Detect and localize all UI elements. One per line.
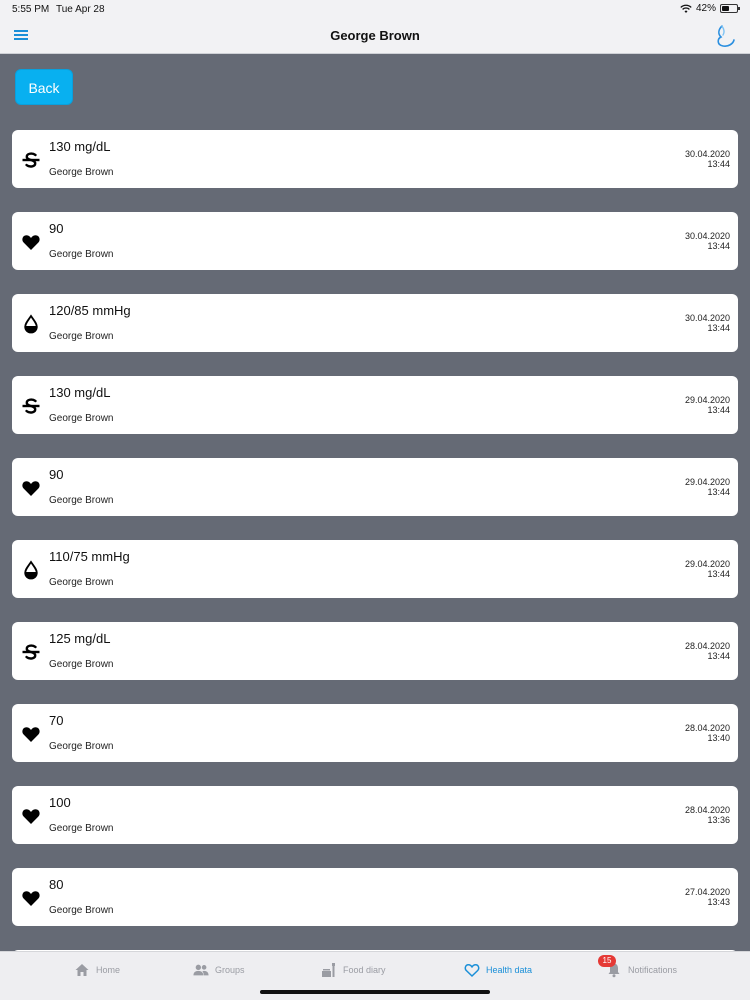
- record-value: 100: [49, 795, 71, 810]
- record-date: 30.04.2020: [684, 313, 730, 323]
- record-date: 27.04.2020: [684, 887, 730, 897]
- tab-food-diary-label: Food diary: [343, 965, 386, 975]
- record-time: 13:40: [707, 733, 730, 743]
- record-value: 70: [49, 713, 64, 728]
- app-logo-icon: [717, 25, 735, 47]
- health-record-card[interactable]: 90 George Brown 29.04.2020 13:44: [12, 458, 738, 516]
- home-indicator: [260, 990, 490, 994]
- health-record-card[interactable]: 130 mg/dL George Brown 30.04.2020 13:44: [12, 130, 738, 188]
- food-diary-icon: [322, 963, 335, 977]
- health-record-card[interactable]: 90 George Brown 30.04.2020 13:44: [12, 212, 738, 270]
- record-value: 80: [49, 877, 64, 892]
- heart-icon: [22, 727, 40, 742]
- blood-pressure-drop-icon: [24, 560, 38, 580]
- tab-notifications[interactable]: 15 Notifications: [598, 955, 678, 978]
- record-date: 29.04.2020: [684, 477, 730, 487]
- glucose-icon: [22, 152, 40, 168]
- health-record-card[interactable]: 100 George Brown 28.04.2020 13:36: [12, 786, 738, 844]
- health-record-card[interactable]: 125 mg/dL George Brown 28.04.2020 13:44: [12, 622, 738, 680]
- notification-badge: 15: [598, 955, 616, 967]
- record-value: 90: [49, 467, 64, 482]
- battery-percent: 42%: [695, 3, 716, 14]
- tab-health-data[interactable]: Health data: [464, 962, 532, 978]
- record-time: 13:43: [707, 897, 730, 907]
- heart-outline-icon: [464, 964, 480, 978]
- bottom-tab-bar: Home Groups Food diary Health data 15 No…: [0, 951, 750, 1000]
- tab-groups[interactable]: Groups: [193, 962, 245, 978]
- bell-icon-wrapper: 15: [598, 955, 622, 978]
- heart-icon: [22, 891, 40, 906]
- status-bar: 5:55 PM Tue Apr 28 42%: [0, 0, 750, 18]
- record-person: George Brown: [49, 167, 114, 178]
- record-date: 28.04.2020: [684, 641, 730, 651]
- navigation-bar: George Brown: [0, 18, 750, 54]
- record-time: 13:44: [707, 569, 730, 579]
- record-date: 30.04.2020: [684, 231, 730, 241]
- blood-pressure-drop-icon: [24, 314, 38, 334]
- battery-icon: [720, 4, 740, 13]
- health-record-card[interactable]: 130 mg/dL George Brown 29.04.2020 13:44: [12, 376, 738, 434]
- health-record-card[interactable]: 70 George Brown 28.04.2020 13:40: [12, 704, 738, 762]
- record-date: 28.04.2020: [684, 805, 730, 815]
- groups-icon: [193, 964, 209, 976]
- record-time: 13:44: [707, 323, 730, 333]
- heart-icon: [22, 809, 40, 824]
- tab-notifications-label: Notifications: [628, 965, 678, 975]
- record-person: George Brown: [49, 741, 114, 752]
- record-time: 13:44: [707, 405, 730, 415]
- record-time: 13:36: [707, 815, 730, 825]
- record-person: George Brown: [49, 331, 114, 342]
- record-value: 130 mg/dL: [49, 385, 111, 400]
- back-button[interactable]: Back: [15, 69, 73, 105]
- record-person: George Brown: [49, 249, 114, 260]
- wifi-icon: [680, 4, 692, 13]
- record-value: 90: [49, 221, 64, 236]
- record-date: 29.04.2020: [684, 395, 730, 405]
- record-person: George Brown: [49, 823, 114, 834]
- record-value: 125 mg/dL: [49, 631, 111, 646]
- record-person: George Brown: [49, 905, 114, 916]
- glucose-icon: [22, 644, 40, 660]
- glucose-icon: [22, 398, 40, 414]
- tab-home[interactable]: Home: [74, 962, 120, 978]
- record-person: George Brown: [49, 659, 114, 670]
- tab-home-label: Home: [96, 965, 121, 975]
- record-time: 13:44: [707, 651, 730, 661]
- record-value: 120/85 mmHg: [49, 303, 131, 318]
- page-title: George Brown: [330, 28, 420, 43]
- home-icon: [75, 964, 89, 976]
- status-time: 5:55 PM: [12, 4, 50, 15]
- tab-health-data-label: Health data: [486, 965, 533, 975]
- health-record-card[interactable]: 80 George Brown 27.04.2020 13:43: [12, 868, 738, 926]
- health-record-card[interactable]: 110/75 mmHg George Brown 29.04.2020 13:4…: [12, 540, 738, 598]
- record-time: 13:44: [707, 241, 730, 251]
- health-record-card[interactable]: 120/85 mmHg George Brown 30.04.2020 13:4…: [12, 294, 738, 352]
- record-person: George Brown: [49, 495, 114, 506]
- heart-icon: [22, 235, 40, 250]
- record-person: George Brown: [49, 413, 114, 424]
- tab-groups-label: Groups: [215, 965, 245, 975]
- record-value: 110/75 mmHg: [49, 549, 130, 564]
- status-date: Tue Apr 28: [56, 4, 105, 15]
- heart-icon: [22, 481, 40, 496]
- status-right: 42%: [680, 3, 740, 14]
- record-date: 28.04.2020: [684, 723, 730, 733]
- record-person: George Brown: [49, 577, 114, 588]
- tab-food-diary[interactable]: Food diary: [321, 962, 386, 978]
- record-date: 30.04.2020: [684, 149, 730, 159]
- record-date: 29.04.2020: [684, 559, 730, 569]
- record-time: 13:44: [707, 159, 730, 169]
- record-time: 13:44: [707, 487, 730, 497]
- health-record-list: 130 mg/dL George Brown 30.04.2020 13:44 …: [12, 130, 738, 1000]
- record-value: 130 mg/dL: [49, 139, 111, 154]
